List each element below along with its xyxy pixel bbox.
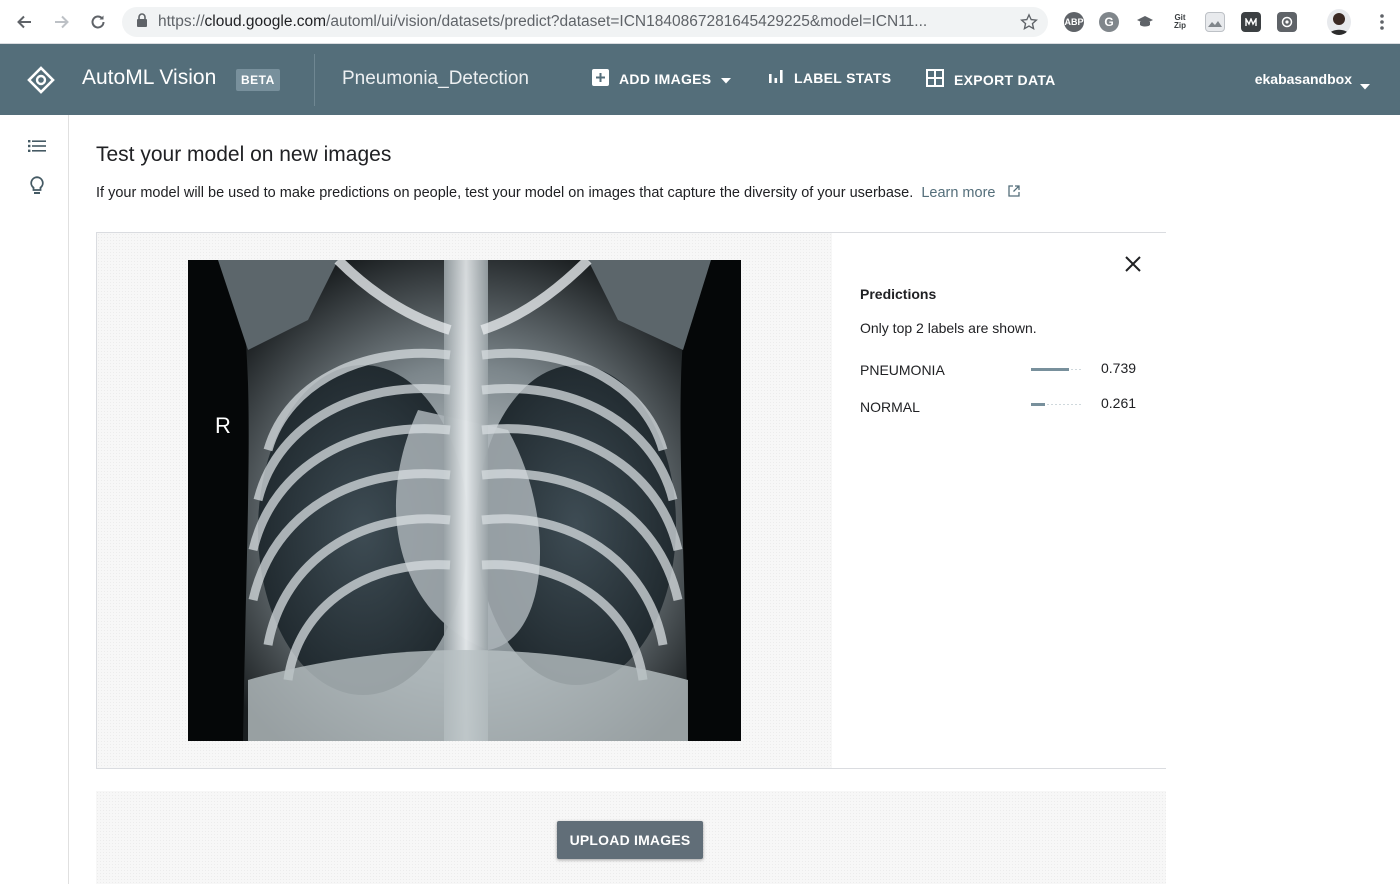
star-icon[interactable] xyxy=(1017,10,1041,34)
close-icon[interactable] xyxy=(1122,253,1144,275)
caret-down-icon[interactable] xyxy=(1360,77,1370,95)
export-data-label: EXPORT DATA xyxy=(954,71,1056,88)
prediction-label: NORMAL xyxy=(860,399,920,415)
graduation-cap-extension-icon[interactable] xyxy=(1135,12,1155,32)
lock-icon xyxy=(136,12,148,32)
account-name[interactable]: ekabasandbox xyxy=(1255,71,1352,87)
dataset-name: Pneumonia_Detection xyxy=(342,68,529,89)
app-title[interactable]: AutoML Vision xyxy=(82,66,216,90)
page-description: If your model will be used to make predi… xyxy=(96,185,1020,201)
predictions-panel: Predictions Only top 2 labels are shown.… xyxy=(833,233,1166,768)
gitzip-extension-icon[interactable]: Git Zip xyxy=(1170,12,1190,32)
grid-icon xyxy=(926,69,954,90)
left-nav-rail xyxy=(0,115,69,884)
prediction-row: PNEUMONIA 0.739 xyxy=(860,360,1140,380)
export-data-button[interactable]: EXPORT DATA xyxy=(926,69,1056,90)
prediction-card: R Predictions Only top 2 labels are show… xyxy=(96,232,1166,769)
image-extension-icon[interactable] xyxy=(1205,12,1225,32)
prediction-bar-fill xyxy=(1031,368,1070,371)
prediction-row: NORMAL 0.261 xyxy=(860,395,1140,415)
lightbulb-icon[interactable] xyxy=(26,175,48,197)
prediction-bar xyxy=(1031,368,1083,371)
caret-down-icon xyxy=(721,71,741,87)
page-title: Test your model on new images xyxy=(96,143,392,166)
external-link-icon[interactable] xyxy=(1007,185,1020,201)
add-images-label: ADD IMAGES xyxy=(619,71,712,87)
forward-arrow-icon[interactable] xyxy=(50,10,74,34)
grammarly-extension-icon[interactable]: G xyxy=(1099,12,1119,32)
record-extension-icon[interactable] xyxy=(1277,12,1297,32)
automl-logo-icon[interactable] xyxy=(26,65,56,95)
predictions-title: Predictions xyxy=(860,286,937,302)
back-arrow-icon[interactable] xyxy=(12,10,36,34)
image-preview-pane: R xyxy=(97,233,832,768)
prediction-score: 0.739 xyxy=(1101,360,1137,376)
browser-toolbar: https://cloud.google.com/automl/ui/visio… xyxy=(0,0,1400,44)
main-content: Test your model on new images If your mo… xyxy=(69,115,1400,884)
prediction-score: 0.261 xyxy=(1101,395,1137,411)
app-header: AutoML Vision BETA Pneumonia_Detection A… xyxy=(0,44,1400,115)
chest-xray-image: R xyxy=(188,260,741,741)
add-images-button[interactable]: ADD IMAGES xyxy=(592,69,741,89)
reload-icon[interactable] xyxy=(86,10,110,34)
prediction-label: PNEUMONIA xyxy=(860,362,945,378)
medium-extension-icon[interactable] xyxy=(1241,12,1261,32)
profile-avatar-icon[interactable] xyxy=(1327,9,1351,35)
add-box-icon xyxy=(592,69,619,89)
xray-side-marker: R xyxy=(215,413,231,438)
bar-chart-icon xyxy=(768,69,794,86)
label-stats-button[interactable]: LABEL STATS xyxy=(768,69,891,86)
description-text: If your model will be used to make predi… xyxy=(96,185,914,201)
prediction-bar-fill xyxy=(1031,403,1045,406)
learn-more-link[interactable]: Learn more xyxy=(921,185,995,201)
adblock-extension-icon[interactable]: ABP xyxy=(1064,12,1084,32)
chrome-menu-icon[interactable] xyxy=(1370,10,1394,34)
upload-images-button[interactable]: UPLOAD IMAGES xyxy=(557,821,703,859)
predictions-note: Only top 2 labels are shown. xyxy=(860,320,1037,336)
list-icon[interactable] xyxy=(26,135,48,157)
address-bar[interactable]: https://cloud.google.com/automl/ui/visio… xyxy=(122,7,1048,37)
url-text: https://cloud.google.com/automl/ui/visio… xyxy=(158,13,928,30)
header-divider xyxy=(314,54,315,106)
upload-dropzone[interactable]: UPLOAD IMAGES xyxy=(96,791,1166,884)
beta-badge: BETA xyxy=(236,69,280,91)
prediction-bar xyxy=(1031,403,1083,406)
label-stats-label: LABEL STATS xyxy=(794,69,892,86)
